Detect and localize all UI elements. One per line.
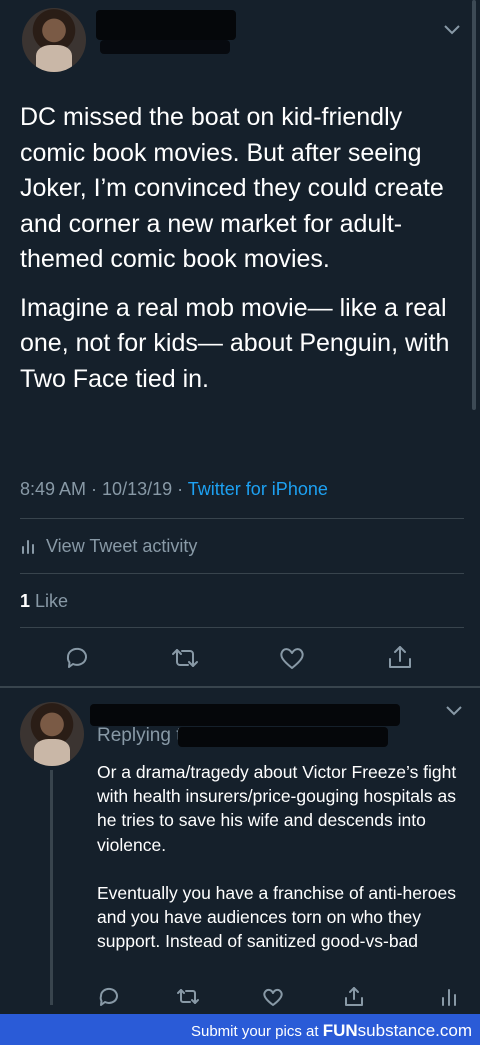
divider [20,573,464,574]
watermark-brand: FUNsubstance.com [322,1021,472,1040]
redacted-handle [100,40,230,54]
tweet-paragraph: Imagine a real mob movie— like a real on… [20,293,450,393]
replying-label: Replying t [97,725,182,746]
likes-label: Like [35,591,69,611]
retweet-icon[interactable] [176,986,200,1013]
activity-bars-icon[interactable] [440,987,458,1012]
reply-paragraph: Eventually you have a franchise of anti-… [97,882,456,952]
reply-icon[interactable] [98,986,120,1013]
avatar[interactable] [20,702,84,766]
tweet-text: DC missed the boat on kid-friendly comic… [20,100,460,397]
view-activity-label: View Tweet activity [46,536,198,556]
reply-paragraph: Or a drama/tragedy about Victor Freeze’s… [97,762,457,855]
chevron-down-icon[interactable] [444,703,464,717]
watermark-text: Submit your pics at FUNsubstance.com [191,1021,472,1041]
avatar[interactable] [22,8,86,72]
activity-bars-icon [20,538,36,559]
section-separator [0,686,480,688]
watermark-footer: Submit your pics at FUNsubstance.com [0,1014,480,1045]
divider [20,627,464,628]
retweet-icon[interactable] [171,645,199,676]
like-icon[interactable] [279,645,305,676]
tweet-time: 8:49 AM [20,479,87,499]
redacted-reply-username [90,704,400,726]
reply-icon[interactable] [64,645,90,676]
view-activity-row[interactable]: View Tweet activity [20,536,197,559]
replying-to: Replying t [97,725,182,747]
share-icon[interactable] [387,644,413,677]
tweet-meta: 8:49 AM · 10/13/19 · Twitter for iPhone [20,479,328,499]
tweet-source[interactable]: Twitter for iPhone [188,479,328,499]
tweet-date: 10/13/19 [102,479,173,499]
watermark-prefix: Submit your pics at [190,1023,319,1040]
likes-count: 1 [20,591,31,611]
reply-text: Or a drama/tragedy about Victor Freeze’s… [97,760,462,953]
redacted-username [96,10,236,40]
share-icon[interactable] [343,985,365,1014]
tweet-paragraph: DC missed the boat on kid-friendly comic… [20,103,444,273]
redacted-reply-target [178,727,388,747]
divider [20,518,464,519]
scrollbar[interactable] [472,0,476,410]
thread-line [50,770,53,1005]
likes-row[interactable]: 1 Like [20,591,68,612]
like-icon[interactable] [262,986,284,1013]
chevron-down-icon[interactable] [442,22,462,36]
